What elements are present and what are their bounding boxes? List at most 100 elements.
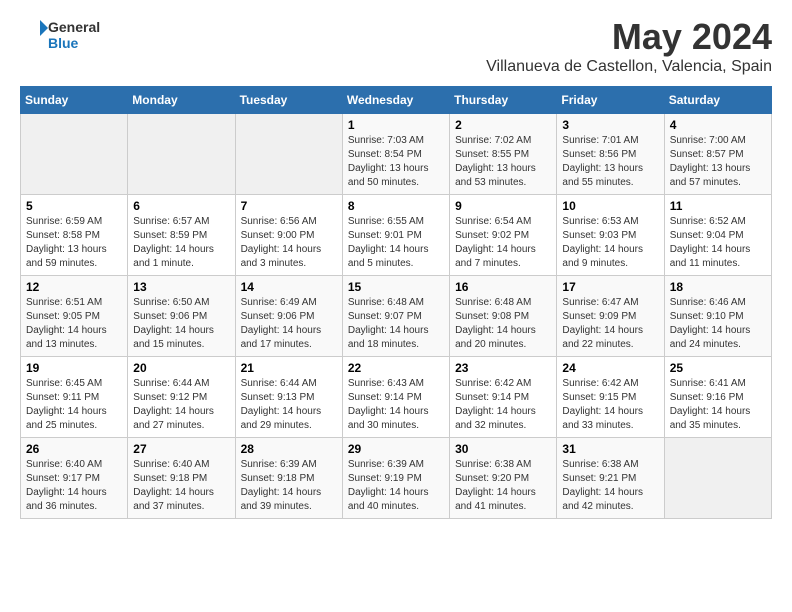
- calendar-cell: 15 Sunrise: 6:48 AMSunset: 9:07 PMDaylig…: [342, 276, 449, 357]
- header-sunday: Sunday: [21, 87, 128, 114]
- day-detail: Sunrise: 6:45 AMSunset: 9:11 PMDaylight:…: [26, 378, 107, 431]
- day-detail: Sunrise: 6:57 AMSunset: 8:59 PMDaylight:…: [133, 216, 214, 269]
- calendar-cell: 18 Sunrise: 6:46 AMSunset: 9:10 PMDaylig…: [664, 276, 771, 357]
- calendar-cell: 3 Sunrise: 7:01 AMSunset: 8:56 PMDayligh…: [557, 114, 664, 195]
- logo-general: General: [48, 19, 100, 35]
- day-number: 31: [562, 442, 658, 456]
- day-detail: Sunrise: 6:53 AMSunset: 9:03 PMDaylight:…: [562, 216, 643, 269]
- calendar-cell: 6 Sunrise: 6:57 AMSunset: 8:59 PMDayligh…: [128, 195, 235, 276]
- calendar-cell: 30 Sunrise: 6:38 AMSunset: 9:20 PMDaylig…: [450, 438, 557, 519]
- week-row-1: 1 Sunrise: 7:03 AMSunset: 8:54 PMDayligh…: [21, 114, 772, 195]
- week-row-3: 12 Sunrise: 6:51 AMSunset: 9:05 PMDaylig…: [21, 276, 772, 357]
- calendar-cell: [21, 114, 128, 195]
- day-number: 30: [455, 442, 551, 456]
- day-detail: Sunrise: 6:44 AMSunset: 9:13 PMDaylight:…: [241, 378, 322, 431]
- day-number: 27: [133, 442, 229, 456]
- calendar-cell: 17 Sunrise: 6:47 AMSunset: 9:09 PMDaylig…: [557, 276, 664, 357]
- day-detail: Sunrise: 7:02 AMSunset: 8:55 PMDaylight:…: [455, 135, 536, 188]
- calendar-cell: 19 Sunrise: 6:45 AMSunset: 9:11 PMDaylig…: [21, 357, 128, 438]
- page-header: General Blue May 2024 Villanueva de Cast…: [20, 16, 772, 76]
- day-number: 15: [348, 280, 444, 294]
- week-row-2: 5 Sunrise: 6:59 AMSunset: 8:58 PMDayligh…: [21, 195, 772, 276]
- day-detail: Sunrise: 6:43 AMSunset: 9:14 PMDaylight:…: [348, 378, 429, 431]
- header-wednesday: Wednesday: [342, 87, 449, 114]
- header-thursday: Thursday: [450, 87, 557, 114]
- day-detail: Sunrise: 6:42 AMSunset: 9:15 PMDaylight:…: [562, 378, 643, 431]
- day-number: 5: [26, 199, 122, 213]
- day-detail: Sunrise: 6:59 AMSunset: 8:58 PMDaylight:…: [26, 216, 107, 269]
- day-number: 17: [562, 280, 658, 294]
- header-monday: Monday: [128, 87, 235, 114]
- calendar-cell: 14 Sunrise: 6:49 AMSunset: 9:06 PMDaylig…: [235, 276, 342, 357]
- calendar-cell: 21 Sunrise: 6:44 AMSunset: 9:13 PMDaylig…: [235, 357, 342, 438]
- calendar-cell: 11 Sunrise: 6:52 AMSunset: 9:04 PMDaylig…: [664, 195, 771, 276]
- calendar-cell: 29 Sunrise: 6:39 AMSunset: 9:19 PMDaylig…: [342, 438, 449, 519]
- calendar-cell: [128, 114, 235, 195]
- header-saturday: Saturday: [664, 87, 771, 114]
- calendar-cell: 25 Sunrise: 6:41 AMSunset: 9:16 PMDaylig…: [664, 357, 771, 438]
- calendar-cell: 20 Sunrise: 6:44 AMSunset: 9:12 PMDaylig…: [128, 357, 235, 438]
- day-detail: Sunrise: 6:47 AMSunset: 9:09 PMDaylight:…: [562, 297, 643, 350]
- calendar-cell: 10 Sunrise: 6:53 AMSunset: 9:03 PMDaylig…: [557, 195, 664, 276]
- day-detail: Sunrise: 6:48 AMSunset: 9:08 PMDaylight:…: [455, 297, 536, 350]
- day-number: 3: [562, 118, 658, 132]
- day-number: 25: [670, 361, 766, 375]
- day-number: 6: [133, 199, 229, 213]
- day-detail: Sunrise: 6:44 AMSunset: 9:12 PMDaylight:…: [133, 378, 214, 431]
- week-row-5: 26 Sunrise: 6:40 AMSunset: 9:17 PMDaylig…: [21, 438, 772, 519]
- calendar-cell: 23 Sunrise: 6:42 AMSunset: 9:14 PMDaylig…: [450, 357, 557, 438]
- week-row-4: 19 Sunrise: 6:45 AMSunset: 9:11 PMDaylig…: [21, 357, 772, 438]
- day-number: 18: [670, 280, 766, 294]
- day-number: 20: [133, 361, 229, 375]
- calendar-cell: [235, 114, 342, 195]
- day-detail: Sunrise: 6:41 AMSunset: 9:16 PMDaylight:…: [670, 378, 751, 431]
- calendar-cell: 1 Sunrise: 7:03 AMSunset: 8:54 PMDayligh…: [342, 114, 449, 195]
- day-number: 16: [455, 280, 551, 294]
- day-number: 14: [241, 280, 337, 294]
- day-number: 29: [348, 442, 444, 456]
- calendar-table: SundayMondayTuesdayWednesdayThursdayFrid…: [20, 86, 772, 519]
- calendar-cell: 9 Sunrise: 6:54 AMSunset: 9:02 PMDayligh…: [450, 195, 557, 276]
- title-area: May 2024 Villanueva de Castellon, Valenc…: [486, 16, 772, 76]
- page-title: May 2024: [486, 16, 772, 58]
- day-detail: Sunrise: 6:49 AMSunset: 9:06 PMDaylight:…: [241, 297, 322, 350]
- day-number: 9: [455, 199, 551, 213]
- page-subtitle: Villanueva de Castellon, Valencia, Spain: [486, 58, 772, 76]
- day-detail: Sunrise: 6:52 AMSunset: 9:04 PMDaylight:…: [670, 216, 751, 269]
- day-detail: Sunrise: 6:46 AMSunset: 9:10 PMDaylight:…: [670, 297, 751, 350]
- day-detail: Sunrise: 6:51 AMSunset: 9:05 PMDaylight:…: [26, 297, 107, 350]
- day-detail: Sunrise: 6:55 AMSunset: 9:01 PMDaylight:…: [348, 216, 429, 269]
- day-detail: Sunrise: 7:01 AMSunset: 8:56 PMDaylight:…: [562, 135, 643, 188]
- calendar-cell: 16 Sunrise: 6:48 AMSunset: 9:08 PMDaylig…: [450, 276, 557, 357]
- calendar-cell: 8 Sunrise: 6:55 AMSunset: 9:01 PMDayligh…: [342, 195, 449, 276]
- day-number: 4: [670, 118, 766, 132]
- day-number: 26: [26, 442, 122, 456]
- calendar-cell: [664, 438, 771, 519]
- day-number: 1: [348, 118, 444, 132]
- header-friday: Friday: [557, 87, 664, 114]
- calendar-cell: 28 Sunrise: 6:39 AMSunset: 9:18 PMDaylig…: [235, 438, 342, 519]
- day-number: 21: [241, 361, 337, 375]
- day-number: 11: [670, 199, 766, 213]
- day-detail: Sunrise: 6:40 AMSunset: 9:17 PMDaylight:…: [26, 459, 107, 512]
- day-detail: Sunrise: 6:50 AMSunset: 9:06 PMDaylight:…: [133, 297, 214, 350]
- day-number: 7: [241, 199, 337, 213]
- calendar-cell: 31 Sunrise: 6:38 AMSunset: 9:21 PMDaylig…: [557, 438, 664, 519]
- day-number: 10: [562, 199, 658, 213]
- day-detail: Sunrise: 6:56 AMSunset: 9:00 PMDaylight:…: [241, 216, 322, 269]
- day-detail: Sunrise: 6:40 AMSunset: 9:18 PMDaylight:…: [133, 459, 214, 512]
- day-number: 13: [133, 280, 229, 294]
- day-number: 24: [562, 361, 658, 375]
- calendar-cell: 22 Sunrise: 6:43 AMSunset: 9:14 PMDaylig…: [342, 357, 449, 438]
- logo: General Blue: [20, 16, 100, 54]
- day-detail: Sunrise: 6:42 AMSunset: 9:14 PMDaylight:…: [455, 378, 536, 431]
- day-number: 22: [348, 361, 444, 375]
- day-detail: Sunrise: 6:39 AMSunset: 9:19 PMDaylight:…: [348, 459, 429, 512]
- logo-blue: Blue: [48, 35, 100, 51]
- calendar-cell: 24 Sunrise: 6:42 AMSunset: 9:15 PMDaylig…: [557, 357, 664, 438]
- day-number: 8: [348, 199, 444, 213]
- day-number: 23: [455, 361, 551, 375]
- calendar-cell: 12 Sunrise: 6:51 AMSunset: 9:05 PMDaylig…: [21, 276, 128, 357]
- calendar-cell: 7 Sunrise: 6:56 AMSunset: 9:00 PMDayligh…: [235, 195, 342, 276]
- calendar-cell: 5 Sunrise: 6:59 AMSunset: 8:58 PMDayligh…: [21, 195, 128, 276]
